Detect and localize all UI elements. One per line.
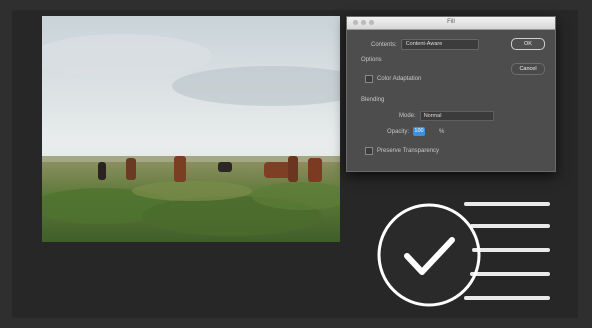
speed-lines-icon <box>462 196 552 306</box>
opacity-unit: % <box>439 128 445 135</box>
preserve-transparency-checkbox[interactable] <box>365 147 373 155</box>
opacity-label: Opacity: <box>387 128 410 135</box>
contents-label: Contents: <box>371 41 397 48</box>
blending-heading: Blending <box>361 97 385 103</box>
cancel-button[interactable]: Cancel <box>511 63 545 75</box>
fill-dialog: Fill Contents: Content-Aware OK Options … <box>346 16 556 172</box>
horses-photo <box>42 16 340 242</box>
landscape-image <box>42 16 340 242</box>
color-adaptation-label: Color Adaptation <box>377 76 422 82</box>
mode-label: Mode: <box>399 113 416 119</box>
opacity-input[interactable]: 100 <box>413 127 426 136</box>
preserve-transparency-label: Preserve Transparency <box>377 148 440 154</box>
options-heading: Options <box>361 57 382 63</box>
dialog-titlebar: Fill <box>347 17 555 30</box>
ok-button[interactable]: OK <box>511 38 545 50</box>
color-adaptation-checkbox[interactable] <box>365 75 373 83</box>
dialog-title: Fill <box>447 19 455 25</box>
contents-select[interactable]: Content-Aware <box>400 39 479 50</box>
mode-select[interactable]: Normal <box>419 111 494 121</box>
